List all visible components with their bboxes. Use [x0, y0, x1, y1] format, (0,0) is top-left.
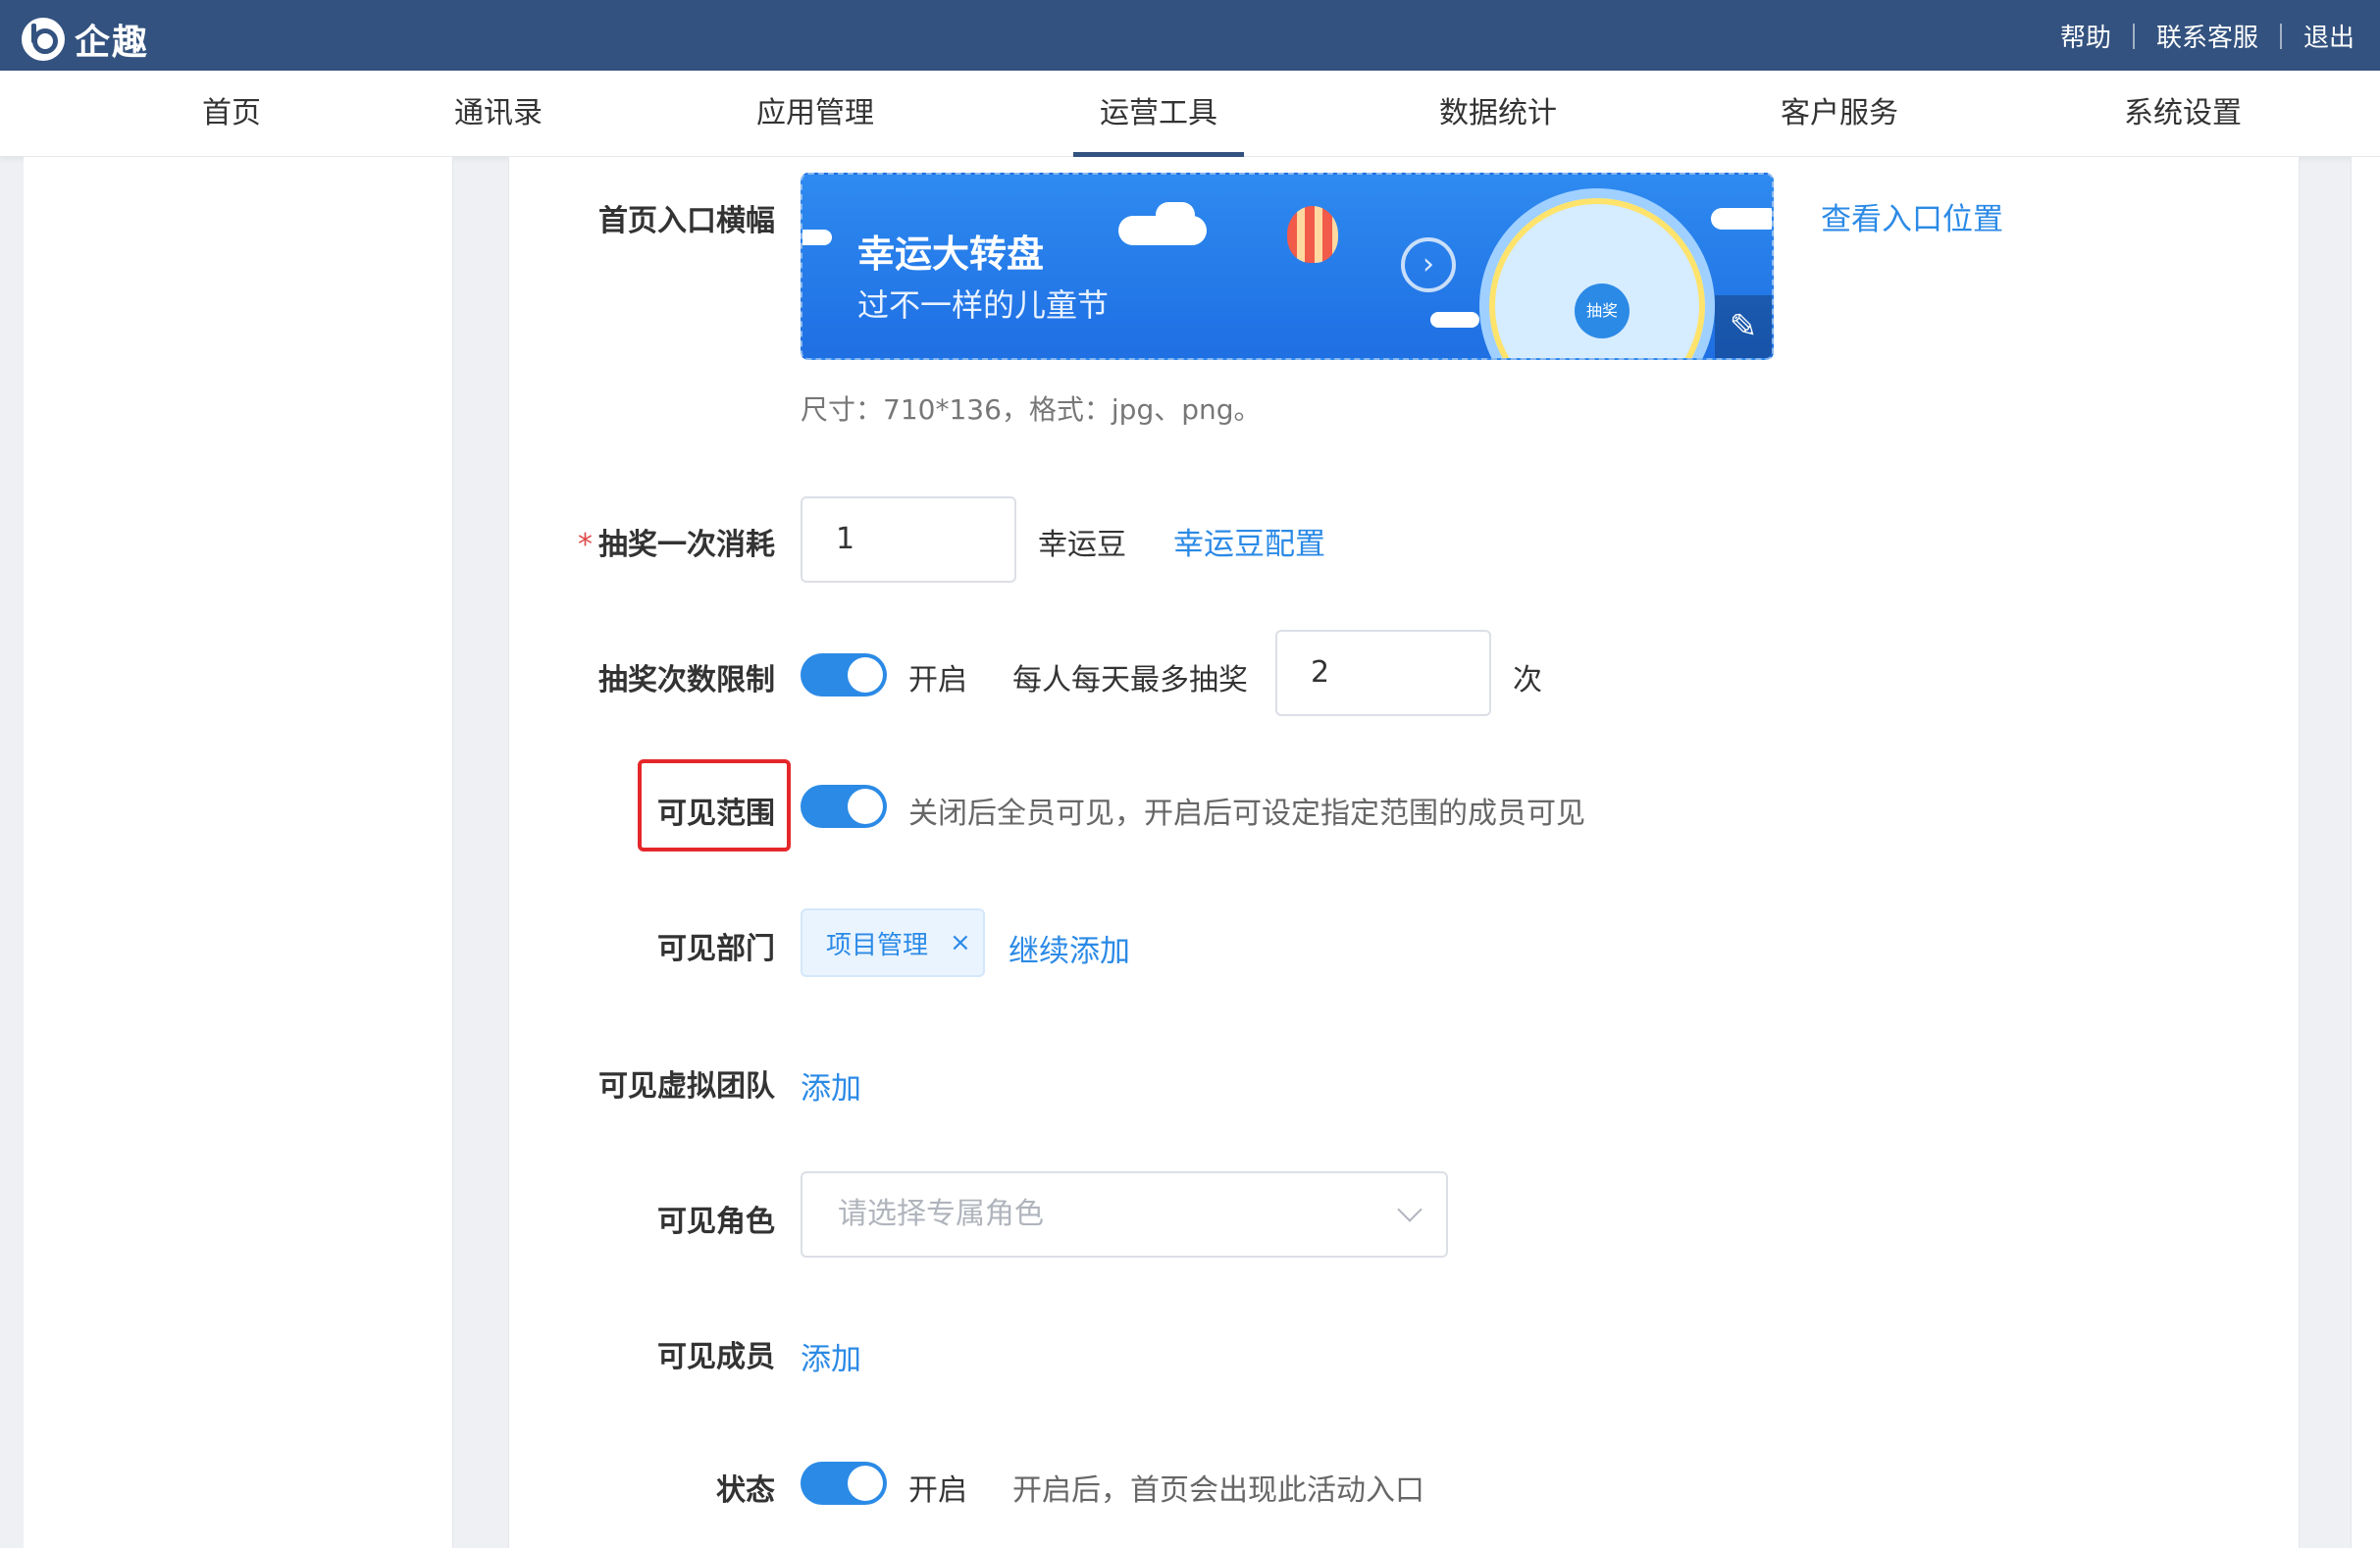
edit-icon[interactable]: ✎: [1715, 295, 1772, 358]
required-mark: *: [578, 528, 593, 562]
lucky-bean-config-link[interactable]: 幸运豆配置: [1173, 519, 1325, 563]
status-description: 开启后，首页会出现此活动入口: [1012, 1473, 1424, 1508]
balloon-icon: [1287, 206, 1338, 263]
view-entry-position-link[interactable]: 查看入口位置: [1821, 194, 2003, 238]
chevron-down-icon: [1397, 1197, 1423, 1222]
visible-departments-label: 可见部门: [657, 932, 775, 966]
app-name: 企趣: [75, 23, 150, 63]
main-nav: 首页 通讯录 应用管理 运营工具 数据统计 客户服务 系统设置: [0, 71, 2380, 157]
draw-limit-label: 抽奖次数限制: [598, 663, 775, 697]
add-virtual-team-link[interactable]: 添加: [801, 1063, 861, 1108]
visible-members-label: 可见成员: [657, 1340, 775, 1374]
cloud-icon: [1430, 312, 1479, 328]
arrow-right-icon: ›: [1401, 237, 1456, 292]
nav-item-statistics[interactable]: 数据统计: [1424, 71, 1572, 157]
nav-item-customer-service[interactable]: 客户服务: [1766, 71, 1913, 157]
per-day-unit: 次: [1513, 663, 1542, 697]
department-tag: 项目管理 ×: [801, 908, 985, 977]
banner-title: 幸运大转盘: [857, 232, 1045, 276]
per-day-input[interactable]: 2: [1275, 630, 1491, 716]
department-tag-label: 项目管理: [826, 930, 929, 960]
nav-item-app-management[interactable]: 应用管理: [742, 71, 889, 157]
sidebar-panel: [24, 157, 453, 1548]
cost-label-text: 抽奖一次消耗: [598, 528, 775, 562]
nav-item-operation-tools[interactable]: 运营工具: [1073, 71, 1244, 157]
toggle-knob: [848, 657, 883, 693]
status-toggle-text: 开启: [908, 1473, 967, 1508]
help-link[interactable]: 帮助: [2060, 18, 2111, 54]
contact-support-link[interactable]: 联系客服: [2156, 18, 2258, 54]
highlight-box: [638, 759, 791, 851]
nav-item-home[interactable]: 首页: [173, 71, 290, 157]
toggle-knob: [848, 789, 883, 824]
draw-limit-toggle-text: 开启: [908, 663, 967, 697]
close-icon[interactable]: ×: [950, 928, 971, 957]
add-member-link[interactable]: 添加: [801, 1334, 861, 1378]
banner-subtitle: 过不一样的儿童节: [857, 286, 1110, 324]
form-panel: [508, 157, 2300, 1548]
role-select[interactable]: 请选择专属角色: [801, 1171, 1448, 1258]
cost-label: * 抽奖一次消耗: [578, 520, 775, 563]
nav-item-label: 运营工具: [1100, 96, 1217, 130]
nav-item-contacts[interactable]: 通讯录: [430, 71, 567, 157]
role-select-placeholder: 请选择专属角色: [838, 1197, 1044, 1231]
logo-icon: [22, 18, 65, 61]
visible-role-label: 可见角色: [657, 1205, 775, 1239]
divider: [2279, 23, 2282, 49]
visible-scope-toggle[interactable]: [801, 785, 887, 828]
toggle-knob: [848, 1466, 883, 1501]
status-label: 状态: [716, 1473, 775, 1508]
banner-label: 首页入口横幅: [598, 204, 775, 238]
cost-unit: 幸运豆: [1038, 528, 1126, 562]
wheel-center: 抽奖: [1575, 284, 1630, 338]
cost-input[interactable]: 1: [801, 496, 1016, 583]
continue-add-link[interactable]: 继续添加: [1009, 926, 1130, 970]
top-links: 帮助 联系客服 退出: [2060, 18, 2354, 54]
cloud-icon: [802, 230, 832, 245]
visible-scope-description: 关闭后全员可见，开启后可设定指定范围的成员可见: [908, 797, 1585, 831]
divider: [2132, 23, 2135, 49]
banner-size-hint: 尺寸：710*136，格式：jpg、png。: [801, 393, 1262, 426]
prize-wheel-icon: 抽奖: [1479, 188, 1715, 358]
cloud-icon: [1156, 202, 1195, 228]
logout-link[interactable]: 退出: [2303, 18, 2354, 54]
app-logo[interactable]: 企趣: [22, 14, 149, 65]
draw-limit-toggle[interactable]: [801, 653, 887, 697]
nav-item-system-settings[interactable]: 系统设置: [2109, 71, 2256, 157]
status-toggle[interactable]: [801, 1462, 887, 1505]
top-bar: 企趣 帮助 联系客服 退出: [0, 0, 2380, 71]
visible-virtual-team-label: 可见虚拟团队: [598, 1069, 775, 1104]
scroll-area: [2351, 157, 2380, 1548]
per-day-label: 每人每天最多抽奖: [1012, 663, 1248, 697]
cloud-icon: [1711, 208, 1772, 230]
banner-image[interactable]: 幸运大转盘 过不一样的儿童节 › 抽奖 ✎: [801, 173, 1774, 360]
